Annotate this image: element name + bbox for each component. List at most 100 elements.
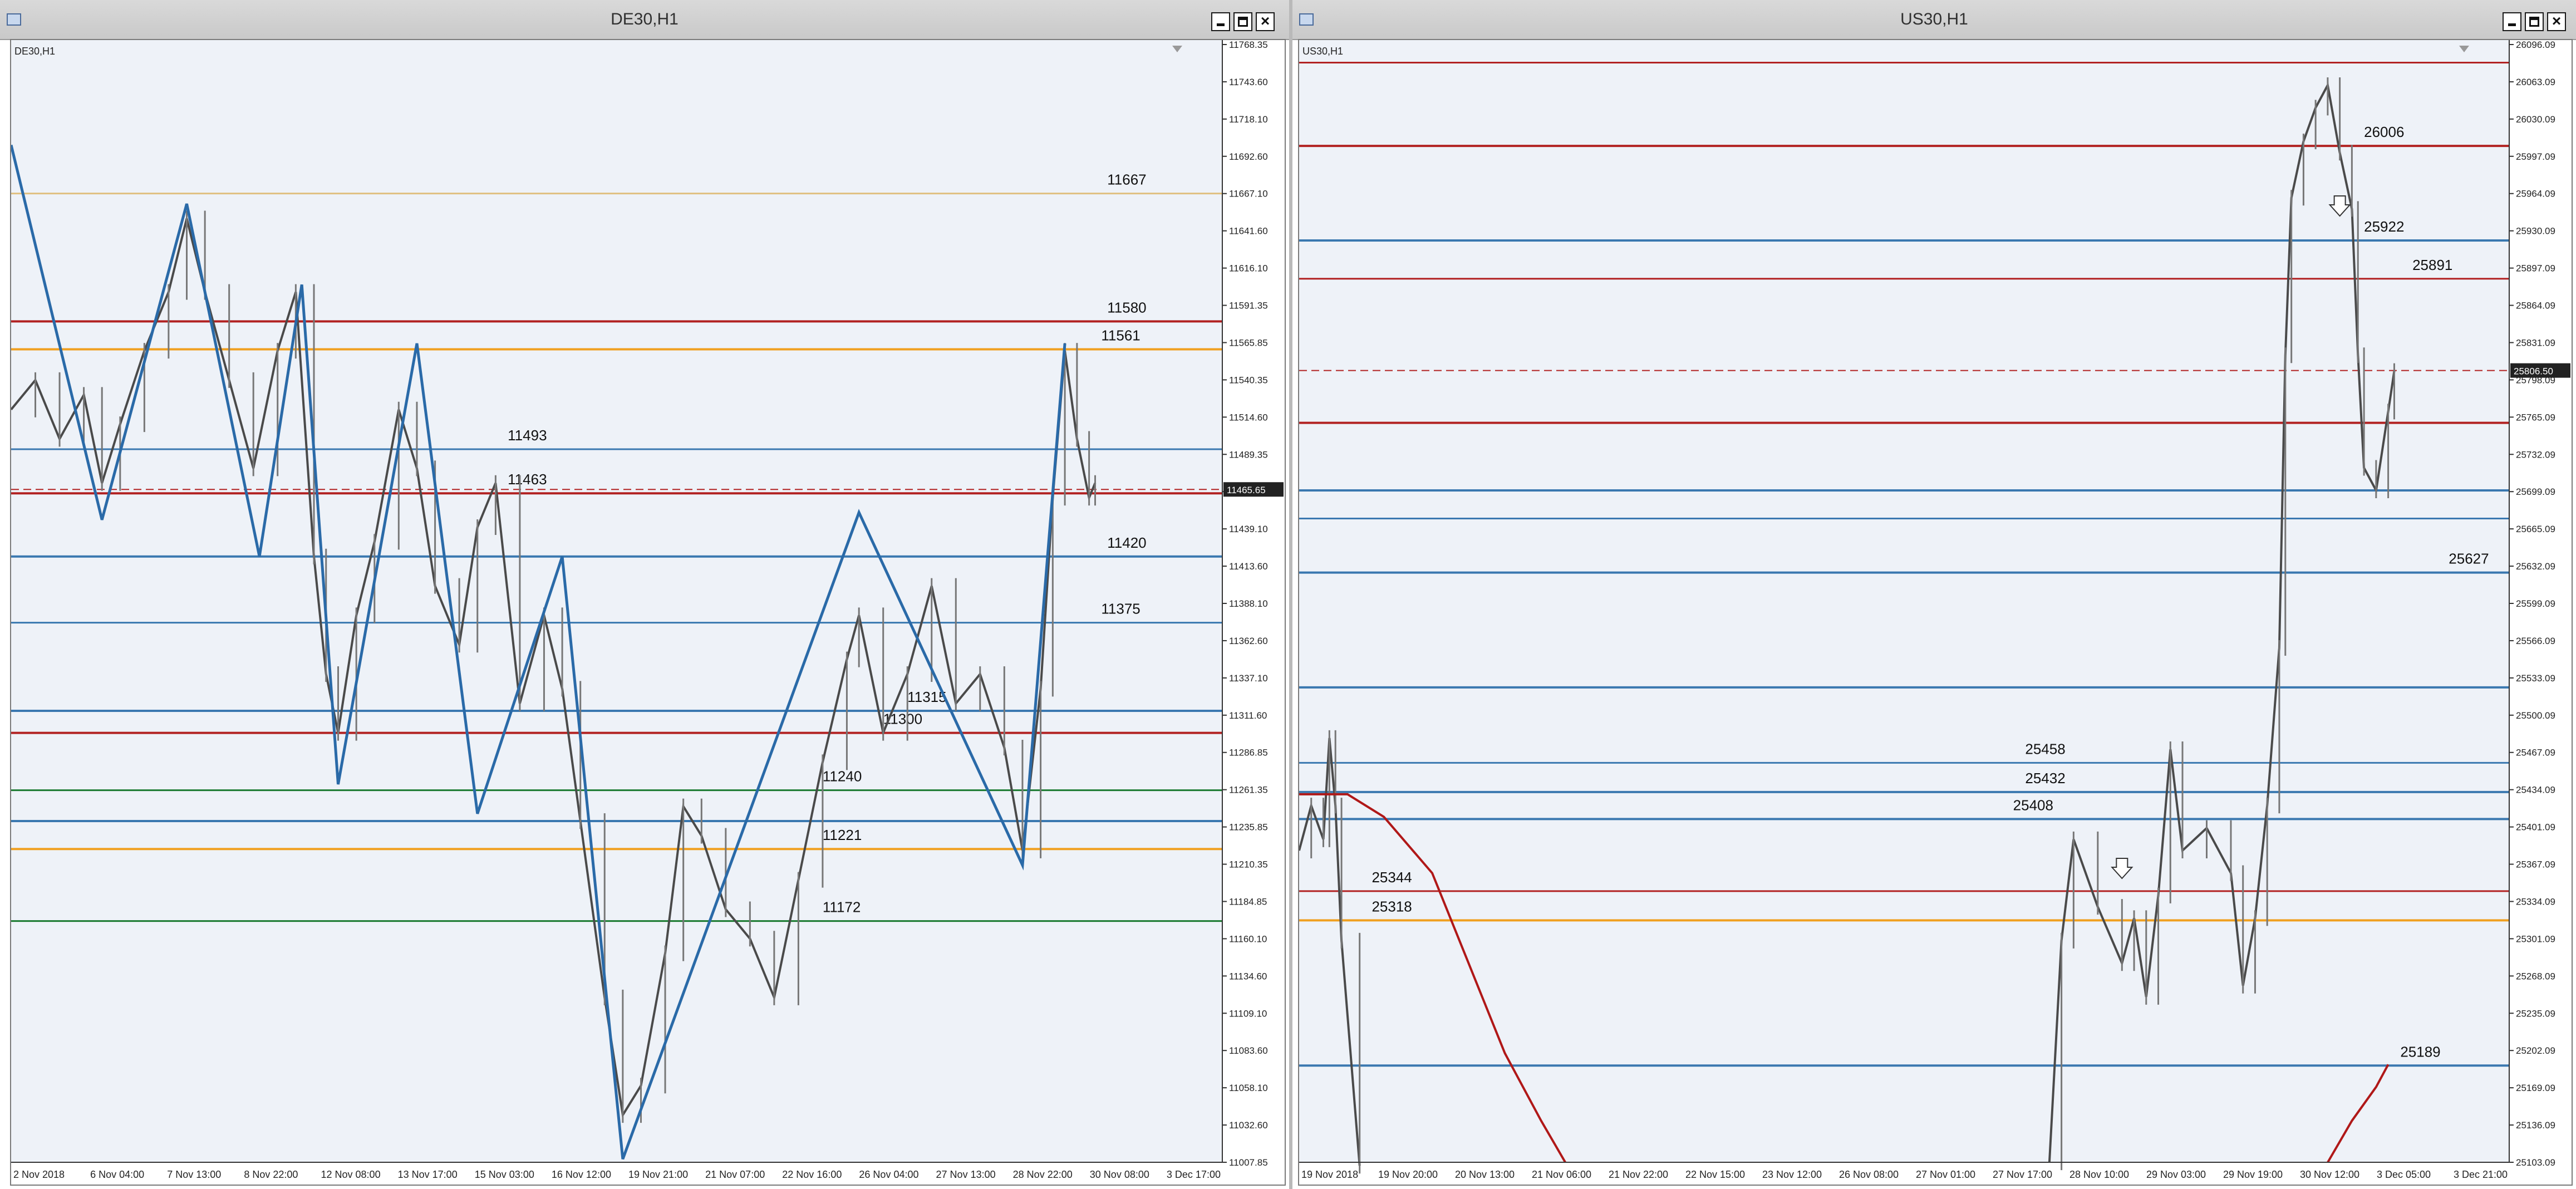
y-tick-label: 25831.09 [2516,337,2555,348]
current-price-label: 25806.50 [2514,366,2553,377]
price-chart[interactable]: US30,H1 26006 25922 25891 25627 25458 25432 254… [1299,40,2572,1185]
x-tick-label: 13 Nov 17:00 [398,1169,458,1180]
y-tick-label: 25235.09 [2516,1008,2555,1019]
minimize-button[interactable] [1211,12,1230,31]
y-tick-label: 25632.09 [2516,561,2555,572]
price-chart[interactable]: DE30,H1 11667 11580 11561 11493 11463 11420 113… [11,40,1285,1185]
chart-area[interactable]: DE30,H1 11667 11580 11561 11493 11463 11420 113… [10,39,1286,1186]
y-tick-label: 11667.10 [1229,189,1268,199]
y-tick-label: 26096.09 [2516,40,2555,50]
minimize-button[interactable] [2503,12,2521,31]
plot-background [11,40,1222,1162]
y-tick-label: 25136.09 [2516,1120,2555,1131]
y-tick-label: 25202.09 [2516,1045,2555,1056]
y-tick-label: 11692.60 [1229,151,1268,162]
level-label: 25458 [2025,740,2065,757]
window-titlebar[interactable]: DE30,H1 × [0,0,1289,40]
y-tick-label: 25699.09 [2516,487,2555,497]
x-tick-label: 2 Nov 2018 [13,1169,65,1180]
y-tick-label: 25434.09 [2516,785,2555,795]
x-tick-label: 29 Nov 19:00 [2223,1169,2283,1180]
y-tick-label: 11210.35 [1229,859,1268,870]
x-tick-label: 30 Nov 08:00 [1090,1169,1149,1180]
y-tick-label: 11362.60 [1229,636,1268,646]
y-tick-label: 11337.10 [1229,673,1268,684]
x-tick-label: 28 Nov 22:00 [1013,1169,1073,1180]
x-tick-label: 19 Nov 20:00 [1378,1169,1438,1180]
x-tick-label: 7 Nov 13:00 [167,1169,221,1180]
y-tick-label: 11616.10 [1229,263,1268,274]
y-tick-label: 25765.09 [2516,412,2555,422]
level-label: 25432 [2025,770,2065,787]
maximize-button[interactable] [1233,12,1252,31]
y-tick-label: 11083.60 [1229,1045,1268,1056]
y-tick-label: 11565.85 [1229,337,1268,348]
level-label: 11580 [1107,299,1146,316]
level-label: 11667 [1107,171,1146,188]
y-tick-label: 25334.09 [2516,896,2555,907]
level-label: 11240 [823,768,862,785]
window-title: US30,H1 [1900,10,1968,28]
y-tick-label: 25665.09 [2516,524,2555,534]
y-tick-label: 25864.09 [2516,301,2555,311]
level-label: 11463 [508,471,547,488]
x-tick-label: 23 Nov 12:00 [1762,1169,1822,1180]
y-tick-label: 25732.09 [2516,449,2555,460]
level-label: 11493 [508,427,547,444]
level-label: 25627 [2449,551,2489,567]
x-tick-label: 27 Nov 13:00 [936,1169,996,1180]
x-tick-label: 3 Dec 17:00 [1167,1169,1221,1180]
y-tick-label: 25268.09 [2516,971,2555,981]
level-label: 11420 [1107,534,1146,551]
x-tick-label: 6 Nov 04:00 [90,1169,144,1180]
chart-window-de30[interactable]: DE30,H1 × DE30,H1 11667 11580 11561 11493 114… [0,0,1289,1189]
x-tick-label: 3 Dec 21:00 [2454,1169,2508,1180]
x-tick-label: 27 Nov 17:00 [1993,1169,2052,1180]
current-price-label: 11465.65 [1227,485,1266,495]
x-tick-label: 28 Nov 10:00 [2069,1169,2129,1180]
y-tick-label: 11184.85 [1229,896,1267,907]
window-titlebar[interactable]: US30,H1 × [1292,0,2576,40]
x-tick-label: 26 Nov 08:00 [1839,1169,1899,1180]
x-tick-label: 26 Nov 04:00 [859,1169,918,1180]
y-tick-label: 11743.60 [1229,77,1268,87]
x-tick-label: 19 Nov 2018 [1301,1169,1358,1180]
y-tick-label: 11388.10 [1229,598,1268,609]
y-tick-label: 25566.09 [2516,636,2555,646]
symbol-label: DE30,H1 [14,46,55,57]
level-label: 26006 [2364,124,2404,140]
y-tick-label: 11591.35 [1229,301,1268,311]
y-tick-label: 25467.09 [2516,748,2555,758]
y-tick-label: 25533.09 [2516,673,2555,684]
y-tick-label: 25301.09 [2516,933,2555,944]
level-label: 25891 [2412,257,2452,273]
y-tick-label: 25930.09 [2516,226,2555,237]
chart-area[interactable]: US30,H1 26006 25922 25891 25627 25458 25432 254… [1298,39,2573,1186]
level-label: 25318 [1371,898,1412,915]
y-tick-label: 11514.60 [1229,412,1268,422]
y-tick-label: 26030.09 [2516,114,2555,125]
y-tick-label: 11261.35 [1229,785,1268,795]
x-tick-label: 12 Nov 08:00 [321,1169,381,1180]
y-tick-label: 26063.09 [2516,77,2555,87]
close-button[interactable]: × [2547,12,2566,31]
y-tick-label: 25169.09 [2516,1083,2555,1093]
y-tick-label: 11311.60 [1229,710,1267,721]
chart-window-us30[interactable]: US30,H1 × US30,H1 26006 25922 25891 25627 254… [1292,0,2576,1189]
y-tick-label: 11235.85 [1229,822,1268,833]
x-tick-label: 8 Nov 22:00 [244,1169,298,1180]
x-tick-label: 20 Nov 13:00 [1455,1169,1515,1180]
level-label: 25922 [2364,218,2404,235]
y-tick-label: 25964.09 [2516,189,2555,199]
y-tick-label: 11007.85 [1229,1157,1268,1168]
level-label: 25344 [1371,869,1412,886]
y-tick-label: 11058.10 [1229,1083,1268,1093]
x-tick-label: 22 Nov 15:00 [1685,1169,1745,1180]
window-title: DE30,H1 [611,10,679,28]
x-tick-label: 21 Nov 06:00 [1532,1169,1591,1180]
maximize-button[interactable] [2525,12,2544,31]
x-tick-label: 21 Nov 07:00 [705,1169,765,1180]
y-tick-label: 11540.35 [1229,375,1268,385]
level-label: 11561 [1101,327,1140,343]
close-button[interactable]: × [1256,12,1275,31]
